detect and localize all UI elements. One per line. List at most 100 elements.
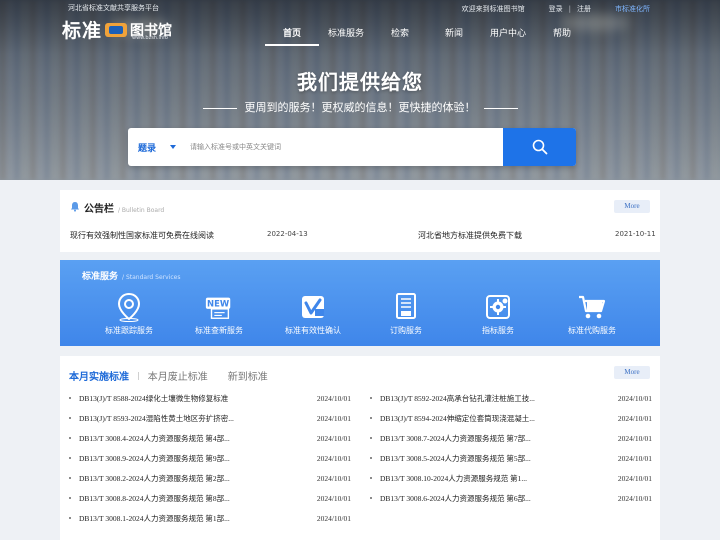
standard-date: 2024/10/01 bbox=[617, 413, 652, 423]
tab-implemented-this-month[interactable]: 本月实施标准 bbox=[69, 368, 129, 383]
table-row[interactable]: DB13/T 3008.2-2024人力资源服务规范 第2部... 2024/10… bbox=[69, 471, 351, 485]
standard-date: 2024/10/01 bbox=[316, 473, 351, 483]
nav-search[interactable]: 检索 bbox=[373, 26, 427, 46]
standard-name: DB13/T 3008.1-2024人力资源服务规范 第1部... bbox=[79, 513, 230, 523]
table-row[interactable]: DB13(J)/T 8593-2024湿陷性黄土地区夯扩挤密... 2024/10… bbox=[69, 411, 351, 425]
top-link-separator: | bbox=[568, 5, 571, 13]
digitization-link[interactable]: 市标准化所 bbox=[615, 4, 650, 14]
nav-standard-services[interactable]: 标准服务 bbox=[319, 26, 373, 46]
bulletin-item[interactable]: 现行有效强制性国家标准可免费在线阅读 bbox=[70, 230, 214, 241]
register-link[interactable]: 注册 bbox=[577, 4, 591, 14]
standard-name: DB13/T 3008.6-2024人力资源服务规范 第6部... bbox=[380, 493, 531, 503]
service-label: 标准跟踪服务 bbox=[105, 326, 153, 335]
search-button[interactable] bbox=[503, 128, 576, 166]
service-order[interactable]: 订购服务 bbox=[360, 292, 452, 336]
service-tracking[interactable]: 标准跟踪服务 bbox=[83, 292, 175, 336]
nav-user-center[interactable]: 用户中心 bbox=[481, 26, 535, 46]
bulletin-title: 公告栏 bbox=[84, 204, 114, 215]
logo-url: www.bzsh.info bbox=[132, 35, 168, 41]
services-title: 标准服务 bbox=[82, 272, 119, 282]
platform-name: 河北省标准文献共享服务平台 bbox=[68, 4, 159, 12]
divider-line bbox=[483, 107, 518, 109]
service-label: 订购服务 bbox=[390, 326, 422, 335]
standard-date: 2024/10/01 bbox=[316, 413, 351, 423]
shopping-cart-icon bbox=[577, 292, 607, 322]
bulletin-board: 公告栏 / Bulletin Board More 现行有效强制性国家标准可免费… bbox=[60, 190, 660, 252]
standard-date: 2024/10/01 bbox=[316, 453, 351, 463]
bulletin-title-en: / Bulletin Board bbox=[118, 207, 165, 214]
services-header: 标准服务 / Standard Services bbox=[82, 269, 180, 282]
service-label: 标准代购服务 bbox=[568, 326, 616, 335]
standard-name: DB13(J)/T 8594-2024伸缩定位套筒现浇混凝土... bbox=[380, 413, 535, 423]
standard-name: DB13/T 3008.10-2024人力资源服务规范 第1... bbox=[380, 473, 527, 483]
settings-gear-icon bbox=[483, 292, 513, 322]
search-icon bbox=[532, 139, 547, 155]
bulletin-more-button[interactable]: More bbox=[614, 200, 650, 213]
service-indicator[interactable]: 指标服务 bbox=[452, 292, 544, 336]
table-row[interactable]: DB13/T 3008.5-2024人力资源服务规范 第5部... 2024/10… bbox=[370, 451, 652, 465]
service-label: 标准有效性确认 bbox=[285, 326, 341, 335]
tab-new-arrivals[interactable]: 新到标准 bbox=[228, 368, 268, 383]
nav-home[interactable]: 首页 bbox=[265, 26, 319, 46]
standards-panel: 本月实施标准 | 本月废止标准 新到标准 More DB13(J)/T 8588… bbox=[60, 356, 660, 540]
standard-name: DB13/T 3008.7-2024人力资源服务规范 第7部... bbox=[380, 433, 531, 443]
standard-date: 2024/10/01 bbox=[316, 493, 351, 503]
search-bar: 题录 bbox=[128, 128, 576, 166]
standard-date: 2024/10/01 bbox=[617, 473, 652, 483]
bulletin-date: 2021-10-11 bbox=[615, 230, 656, 238]
standard-name: DB13/T 3008.2-2024人力资源服务规范 第2部... bbox=[79, 473, 230, 483]
search-input[interactable] bbox=[176, 128, 503, 166]
standard-name: DB13/T 3008.5-2024人力资源服务规范 第5部... bbox=[380, 453, 531, 463]
service-label: 标准查新服务 bbox=[195, 326, 243, 335]
standard-services-panel: 标准服务 / Standard Services 标准跟踪服务 NEW 标准查新… bbox=[60, 260, 660, 346]
standards-tabs: 本月实施标准 | 本月废止标准 新到标准 bbox=[69, 368, 268, 383]
standards-more-button[interactable]: More bbox=[614, 366, 650, 379]
book-logo-icon bbox=[105, 21, 128, 38]
login-link[interactable]: 登录 bbox=[549, 4, 563, 14]
service-purchasing[interactable]: 标准代购服务 bbox=[546, 292, 638, 336]
hero-subtitle: 更周到的服务！更权威的信息！更快捷的体验！ bbox=[244, 101, 476, 114]
table-row[interactable]: DB13/T 3008.8-2024人力资源服务规范 第8部... 2024/10… bbox=[69, 491, 351, 505]
bulletin-item[interactable]: 河北省地方标准提供免费下载 bbox=[418, 230, 522, 241]
nav-help[interactable]: 帮助 bbox=[535, 26, 589, 46]
table-row[interactable]: DB13/T 3008.7-2024人力资源服务规范 第7部... 2024/10… bbox=[370, 431, 652, 445]
validity-check-icon bbox=[298, 292, 328, 322]
welcome-text: 欢迎来到标准图书馆 bbox=[461, 5, 525, 13]
standard-name: DB13(J)/T 8592-2024高承台钻孔灌注桩施工技... bbox=[380, 393, 535, 403]
bell-icon bbox=[71, 202, 79, 212]
service-novelty-search[interactable]: NEW 标准查新服务 bbox=[173, 292, 265, 336]
svg-text:NEW: NEW bbox=[207, 299, 230, 309]
services-title-en: / Standard Services bbox=[122, 274, 181, 281]
standard-name: DB13(J)/T 8593-2024湿陷性黄土地区夯扩挤密... bbox=[79, 413, 234, 423]
table-row[interactable]: DB13/T 3008.4-2024人力资源服务规范 第4部... 2024/10… bbox=[69, 431, 351, 445]
table-row[interactable]: DB13(J)/T 8594-2024伸缩定位套筒现浇混凝土... 2024/10… bbox=[370, 411, 652, 425]
table-row[interactable]: DB13/T 3008.10-2024人力资源服务规范 第1... 2024/10… bbox=[370, 471, 652, 485]
bulletin-header: 公告栏 / Bulletin Board bbox=[70, 200, 164, 215]
service-validity[interactable]: 标准有效性确认 bbox=[267, 292, 359, 336]
tab-separator: | bbox=[137, 371, 140, 380]
standard-date: 2024/10/01 bbox=[617, 393, 652, 403]
order-document-icon bbox=[391, 292, 421, 322]
location-pin-icon bbox=[114, 292, 144, 322]
standard-name: DB13/T 3008.8-2024人力资源服务规范 第8部... bbox=[79, 493, 230, 503]
table-row[interactable]: DB13/T 3008.1-2024人力资源服务规范 第1部... 2024/10… bbox=[69, 511, 351, 525]
standard-date: 2024/10/01 bbox=[617, 433, 652, 443]
table-row[interactable]: DB13(J)/T 8588-2024绿化土壤微生物修复标准 2024/10/01 bbox=[69, 391, 351, 405]
standard-name: DB13/T 3008.4-2024人力资源服务规范 第4部... bbox=[79, 433, 230, 443]
table-row[interactable]: DB13/T 3008.6-2024人力资源服务规范 第6部... 2024/10… bbox=[370, 491, 652, 505]
standard-date: 2024/10/01 bbox=[316, 433, 351, 443]
hero-subtitle-row: 更周到的服务！更权威的信息！更快捷的体验！ bbox=[0, 99, 720, 115]
standard-date: 2024/10/01 bbox=[617, 453, 652, 463]
tab-abolished-this-month[interactable]: 本月废止标准 bbox=[148, 368, 208, 383]
standard-date: 2024/10/01 bbox=[617, 493, 652, 503]
table-row[interactable]: DB13/T 3008.9-2024人力资源服务规范 第9部... 2024/10… bbox=[69, 451, 351, 465]
standard-date: 2024/10/01 bbox=[316, 513, 351, 523]
service-label: 指标服务 bbox=[482, 326, 514, 335]
standard-name: DB13(J)/T 8588-2024绿化土壤微生物修复标准 bbox=[79, 393, 229, 403]
bulletin-date: 2022-04-13 bbox=[267, 230, 308, 238]
table-row[interactable]: DB13(J)/T 8592-2024高承台钻孔灌注桩施工技... 2024/10… bbox=[370, 391, 652, 405]
search-type-select[interactable]: 题录 bbox=[128, 141, 176, 154]
site-logo[interactable]: 标准 图书馆 www.bzsh.info bbox=[62, 16, 172, 43]
nav-news[interactable]: 新闻 bbox=[427, 26, 481, 46]
standard-date: 2024/10/01 bbox=[316, 393, 351, 403]
